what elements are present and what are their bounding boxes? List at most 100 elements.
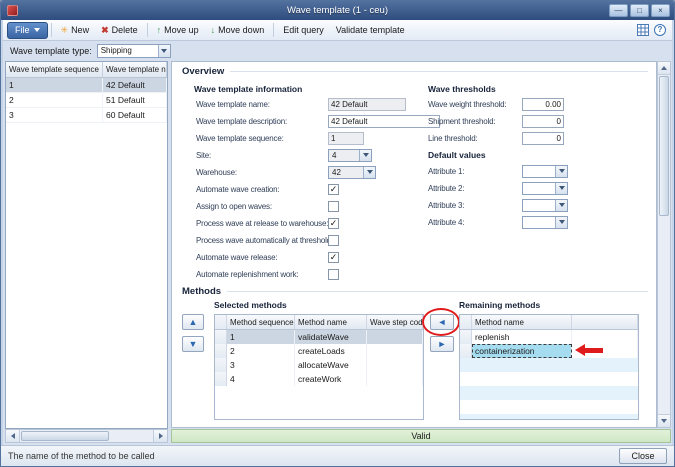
move-method-down-button[interactable]: ▼ — [182, 336, 204, 352]
table-row[interactable]: 4 createWork — [215, 372, 423, 386]
process-wave-at-release-checkbox[interactable]: ✓ — [328, 218, 339, 229]
help-icon[interactable]: ? — [654, 24, 666, 36]
automate-wave-creation-checkbox[interactable]: ✓ — [328, 184, 339, 195]
minimize-button[interactable]: — — [609, 4, 628, 17]
column-header[interactable]: Method name — [472, 315, 572, 329]
move-down-label: Move down — [218, 25, 264, 35]
chevron-down-icon[interactable] — [359, 150, 371, 161]
chevron-down-icon[interactable] — [555, 200, 567, 211]
cell: containerization — [472, 344, 572, 358]
maximize-button[interactable]: □ — [630, 4, 649, 17]
file-menu-button[interactable]: File — [7, 22, 48, 39]
move-up-button[interactable]: ↑ Move up — [151, 22, 205, 39]
overview-section-header[interactable]: Overview — [182, 66, 648, 77]
arrow-right-icon: ► — [438, 339, 447, 349]
selected-methods-grid[interactable]: Method sequence Method name Wave step co… — [214, 314, 424, 420]
cell: 3 — [6, 108, 103, 122]
cell: 1 — [227, 330, 295, 344]
warehouse-value: 42 — [329, 167, 363, 178]
field-label: Line threshold: — [428, 134, 522, 143]
section-divider — [227, 291, 648, 292]
cell: 60 Default — [103, 108, 167, 122]
vertical-scrollbar[interactable] — [657, 61, 671, 428]
shipment-threshold-input[interactable]: 0 — [522, 115, 564, 128]
grid-view-icon[interactable] — [637, 24, 649, 36]
new-button[interactable]: ✳ New — [55, 22, 96, 39]
close-window-button[interactable]: × — [651, 4, 670, 17]
table-row[interactable]: 3 60 Default — [6, 108, 167, 123]
add-method-button[interactable]: ◄ — [430, 314, 454, 330]
cell: 42 Default — [103, 78, 167, 92]
horizontal-scrollbar[interactable] — [5, 429, 168, 443]
table-row[interactable]: containerization — [460, 344, 638, 358]
wave-template-description-input[interactable]: 42 Default — [328, 115, 440, 128]
scrollbar-thumb[interactable] — [21, 431, 109, 441]
wave-weight-threshold-input[interactable]: 0.00 — [522, 98, 564, 111]
field-label: Attribute 3: — [428, 201, 522, 210]
scroll-left-icon[interactable] — [6, 430, 20, 442]
row-selector — [460, 344, 472, 358]
line-threshold-input[interactable]: 0 — [522, 132, 564, 145]
delete-button-label: Delete — [112, 25, 138, 35]
chevron-down-icon[interactable] — [555, 217, 567, 228]
delete-button[interactable]: ✖ Delete — [95, 22, 144, 39]
column-header[interactable]: Wave step code — [367, 315, 423, 329]
row-selector — [215, 344, 227, 358]
wave-template-type-select[interactable]: Shipping — [97, 44, 171, 58]
wave-template-sequence-input[interactable]: 1 — [328, 132, 364, 145]
chevron-down-icon[interactable] — [363, 167, 375, 178]
edit-query-button[interactable]: Edit query — [277, 22, 330, 39]
cell: createWork — [295, 372, 367, 386]
cell: 1 — [6, 78, 103, 92]
attribute-4-combo[interactable] — [522, 216, 568, 229]
table-row[interactable]: 3 allocateWave — [215, 358, 423, 372]
scroll-down-icon[interactable] — [658, 414, 670, 427]
column-header[interactable]: Method sequence — [227, 315, 295, 329]
arrow-down-icon: ↓ — [211, 25, 216, 35]
automate-wave-release-checkbox[interactable]: ✓ — [328, 252, 339, 263]
scroll-right-icon[interactable] — [153, 430, 167, 442]
wave-template-name-input[interactable]: 42 Default — [328, 98, 406, 111]
cell: createLoads — [295, 344, 367, 358]
remaining-methods-grid[interactable]: Method name replenish containerization — [459, 314, 639, 420]
automate-replenishment-work-checkbox[interactable] — [328, 269, 339, 280]
chevron-down-icon[interactable] — [555, 166, 567, 177]
column-header — [572, 315, 638, 329]
close-button[interactable]: Close — [619, 448, 667, 464]
table-row[interactable]: replenish — [460, 330, 638, 344]
cell: 2 — [6, 93, 103, 107]
attribute-3-combo[interactable] — [522, 199, 568, 212]
attribute-2-combo[interactable] — [522, 182, 568, 195]
table-row[interactable]: 2 51 Default — [6, 93, 167, 108]
scroll-up-icon[interactable] — [658, 62, 670, 75]
field-label: Process wave at release to warehouse: — [196, 219, 328, 228]
scrollbar-thumb[interactable] — [659, 76, 669, 216]
remove-method-button[interactable]: ► — [430, 336, 454, 352]
filter-row: Wave template type: Shipping — [3, 41, 672, 60]
attribute-1-combo[interactable] — [522, 165, 568, 178]
assign-to-open-waves-checkbox[interactable] — [328, 201, 339, 212]
table-row[interactable]: 1 validateWave — [215, 330, 423, 344]
warehouse-combo[interactable]: 42 — [328, 166, 376, 179]
titlebar: Wave template (1 - ceu) — □ × — [1, 1, 674, 20]
process-wave-at-threshold-checkbox[interactable] — [328, 235, 339, 246]
chevron-down-icon[interactable] — [158, 45, 170, 57]
attribute-2-value — [523, 183, 555, 194]
move-method-up-button[interactable]: ▲ — [182, 314, 204, 330]
wave-templates-grid[interactable]: Wave template sequence Wave template na … — [5, 61, 168, 429]
validate-template-button[interactable]: Validate template — [330, 22, 411, 39]
chevron-down-icon[interactable] — [555, 183, 567, 194]
row-selector — [460, 330, 472, 344]
column-header[interactable]: Method name — [295, 315, 367, 329]
column-header[interactable]: Wave template sequence — [6, 62, 103, 77]
move-down-button[interactable]: ↓ Move down — [205, 22, 271, 39]
validate-template-label: Validate template — [336, 25, 405, 35]
site-combo[interactable]: 4 — [328, 149, 372, 162]
column-header[interactable]: Wave template na — [103, 62, 167, 77]
table-row[interactable]: 1 42 Default — [6, 78, 167, 93]
table-row[interactable]: 2 createLoads — [215, 344, 423, 358]
methods-section-header[interactable]: Methods — [182, 286, 648, 297]
wave-template-type-label: Wave template type: — [10, 46, 92, 56]
move-up-label: Move up — [164, 25, 199, 35]
empty-row — [460, 358, 638, 372]
